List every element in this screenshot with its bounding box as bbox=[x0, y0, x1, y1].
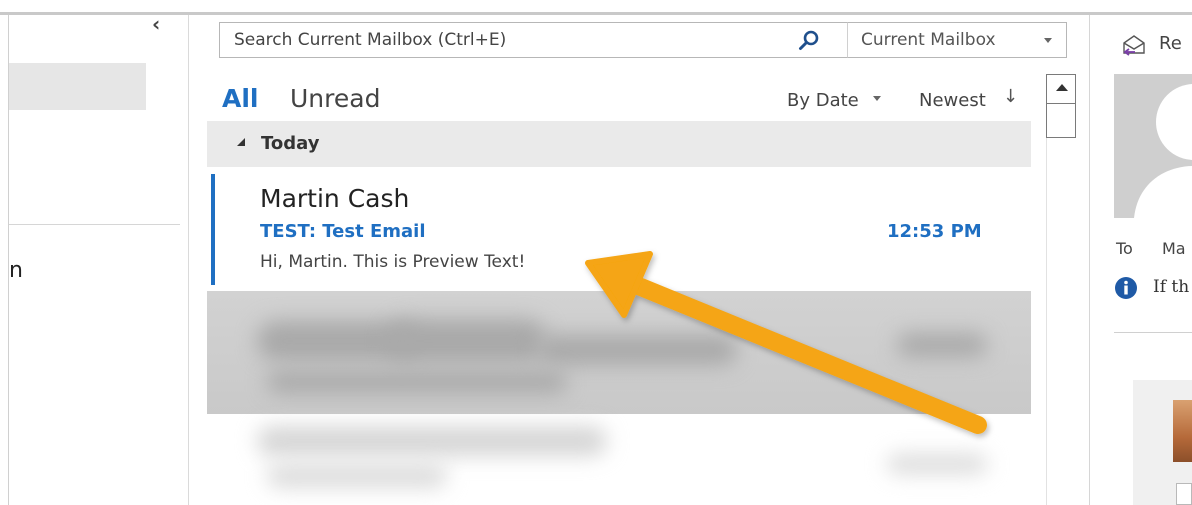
group-collapse-triangle-icon[interactable] bbox=[237, 138, 245, 146]
group-header-today[interactable]: Today bbox=[207, 121, 1031, 167]
blurred-content bbox=[897, 333, 987, 357]
info-bar-text[interactable]: If th bbox=[1153, 277, 1189, 297]
search-icon[interactable] bbox=[797, 29, 821, 53]
scroll-up-button[interactable] bbox=[1046, 74, 1076, 104]
attachment-thumbnail[interactable] bbox=[1173, 400, 1192, 462]
reply-button[interactable]: Re bbox=[1159, 33, 1182, 54]
outlook-window: ‹ n Current Mailbox All Unread By Date N… bbox=[0, 0, 1192, 505]
sort-by-dropdown[interactable]: By Date bbox=[787, 90, 859, 111]
search-input[interactable] bbox=[234, 23, 774, 57]
chevron-down-icon bbox=[873, 96, 881, 101]
reading-pane-divider[interactable] bbox=[1089, 15, 1090, 505]
triangle-up-icon bbox=[1056, 84, 1068, 91]
blurred-content bbox=[267, 464, 447, 488]
person-placeholder-icon bbox=[1114, 74, 1192, 218]
blurred-mail-item[interactable] bbox=[207, 291, 1031, 414]
search-scope-label: Current Mailbox bbox=[861, 30, 996, 50]
blurred-content bbox=[887, 454, 987, 474]
filter-all-tab[interactable]: All bbox=[222, 84, 259, 113]
arrow-down-icon: ↓ bbox=[1003, 86, 1019, 107]
mail-list-item[interactable]: Martin Cash TEST: Test Email 12:53 PM Hi… bbox=[207, 172, 1031, 287]
scroll-thumb[interactable] bbox=[1046, 104, 1076, 138]
folder-pane-divider bbox=[9, 224, 180, 225]
chevron-left-icon: ‹ bbox=[152, 12, 161, 36]
reading-pane-divider-line bbox=[1114, 332, 1192, 333]
selection-indicator bbox=[211, 174, 215, 285]
sort-order-toggle[interactable]: Newest bbox=[919, 90, 986, 111]
recipient-name: Ma bbox=[1162, 239, 1186, 258]
blurred-mail-item[interactable] bbox=[207, 414, 1031, 505]
blurred-content bbox=[537, 335, 737, 365]
folder-item-selected[interactable] bbox=[9, 63, 146, 110]
collapse-folder-pane-button[interactable]: ‹ bbox=[152, 14, 160, 34]
reply-icon[interactable] bbox=[1121, 33, 1147, 57]
recipient-to-label: To bbox=[1116, 239, 1133, 258]
search-box bbox=[219, 22, 848, 58]
folder-item-label-partial[interactable]: n bbox=[9, 258, 23, 283]
avatar bbox=[1114, 74, 1192, 218]
group-header-label: Today bbox=[261, 133, 320, 154]
mail-preview-text: Hi, Martin. This is Preview Text! bbox=[260, 252, 526, 272]
mail-list-scrollbar[interactable] bbox=[1046, 74, 1076, 505]
info-icon bbox=[1115, 277, 1137, 299]
blurred-content bbox=[387, 319, 547, 363]
filter-unread-tab[interactable]: Unread bbox=[290, 84, 380, 113]
blurred-content bbox=[267, 371, 567, 393]
mail-subject: TEST: Test Email bbox=[260, 221, 426, 242]
search-scope-dropdown[interactable]: Current Mailbox bbox=[847, 22, 1067, 58]
mail-time: 12:53 PM bbox=[887, 221, 982, 242]
chevron-down-icon bbox=[1044, 38, 1052, 43]
mail-sender: Martin Cash bbox=[260, 184, 410, 213]
blurred-content bbox=[257, 426, 607, 456]
attachment-checkbox[interactable] bbox=[1176, 483, 1192, 505]
